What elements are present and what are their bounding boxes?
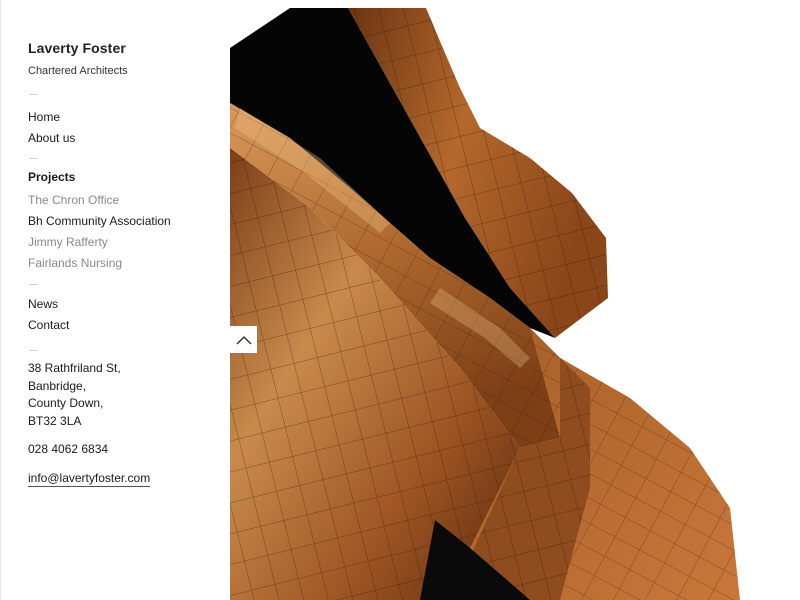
email-link[interactable]: info@lavertyfoster.com <box>28 471 151 487</box>
address-line: 38 Rathfriland St, <box>28 361 121 375</box>
nav-news[interactable]: News <box>28 297 58 311</box>
building-facade-image <box>230 8 740 600</box>
chevron-up-icon <box>236 335 251 344</box>
hero-image <box>230 8 800 600</box>
back-to-top-button[interactable] <box>230 326 257 353</box>
divider <box>29 158 38 159</box>
project-link[interactable]: Fairlands Nursing <box>28 256 122 270</box>
address-line: BT32 3LA <box>28 414 82 428</box>
nav-projects[interactable]: Projects <box>28 170 75 184</box>
divider <box>29 350 38 351</box>
sidebar: Laverty Foster Chartered Architects Home… <box>0 0 228 600</box>
nav-home[interactable]: Home <box>28 110 60 124</box>
project-link[interactable]: Jimmy Rafferty <box>28 235 108 249</box>
divider <box>29 94 38 95</box>
brand-tagline: Chartered Architects <box>28 65 128 77</box>
phone-number[interactable]: 028 4062 6834 <box>28 442 108 456</box>
project-link[interactable]: Bh Community Association <box>28 214 171 228</box>
nav-about-us[interactable]: About us <box>28 131 75 145</box>
project-link[interactable]: The Chron Office <box>28 193 119 207</box>
page: Laverty Foster Chartered Architects Home… <box>0 0 800 600</box>
address-line: County Down, <box>28 396 104 410</box>
address-line: Banbridge, <box>28 379 87 393</box>
brand-name[interactable]: Laverty Foster <box>28 40 126 56</box>
nav-contact[interactable]: Contact <box>28 318 69 332</box>
divider <box>29 284 38 285</box>
